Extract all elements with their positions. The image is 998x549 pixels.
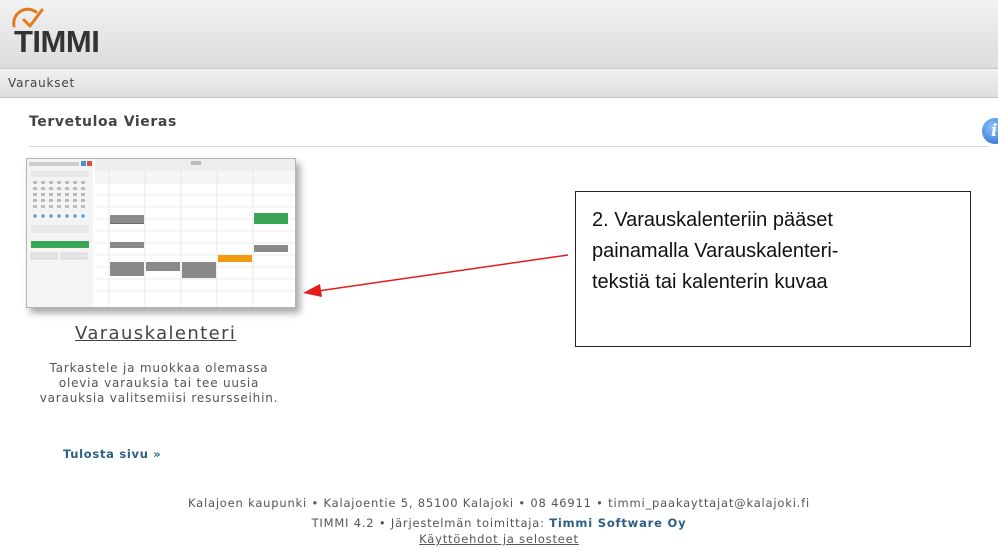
arrow-icon (303, 254, 569, 297)
